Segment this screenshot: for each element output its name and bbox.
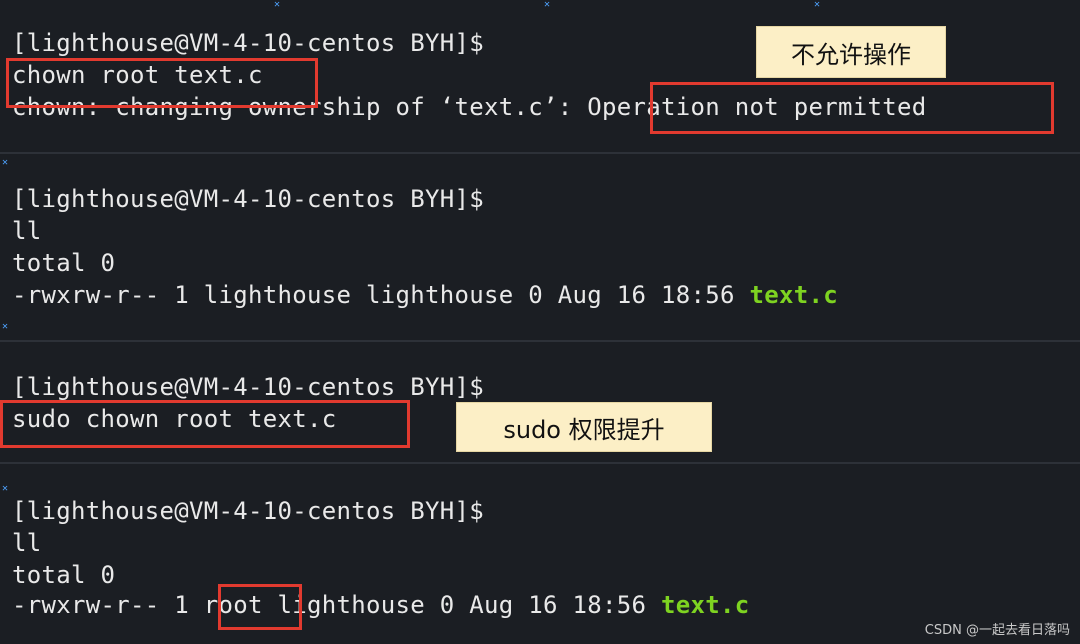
guide-marker-icon: ✕ — [2, 157, 9, 168]
guide-marker-icon: ✕ — [814, 0, 821, 10]
block-divider — [0, 340, 1080, 342]
terminal-block-ll-after: [lighthouse@VM-4-10-centos BYH]$ ll tota… — [0, 466, 1080, 644]
listing-line: -rwxrw-r-- 1 root lighthouse 0 Aug 16 18… — [12, 590, 749, 620]
guide-marker-icon: ✕ — [274, 0, 281, 10]
listing-filename: text.c — [660, 591, 750, 619]
terminal-screenshot: [lighthouse@VM-4-10-centos BYH]$ chown r… — [0, 0, 1080, 644]
command-line: ll — [12, 529, 42, 557]
terminal-block-sudo-chown: [lighthouse@VM-4-10-centos BYH]$ sudo ch… — [0, 344, 1080, 462]
terminal-block-chown-denied: [lighthouse@VM-4-10-centos BYH]$ chown r… — [0, 0, 1080, 150]
shell-prompt: [lighthouse@VM-4-10-centos BYH]$ — [12, 373, 484, 401]
total-line: total 0 — [12, 561, 116, 589]
shell-prompt: [lighthouse@VM-4-10-centos BYH]$ — [12, 29, 484, 57]
annotation-sudo-elevate: sudo 权限提升 — [456, 402, 712, 452]
command-highlight-box — [6, 58, 318, 108]
listing-prefix: -rwxrw-r-- 1 lighthouse lighthouse 0 Aug… — [12, 281, 750, 309]
guide-marker-icon: ✕ — [2, 321, 9, 332]
shell-prompt: [lighthouse@VM-4-10-centos BYH]$ — [12, 185, 484, 213]
shell-prompt: [lighthouse@VM-4-10-centos BYH]$ — [12, 497, 484, 525]
total-line: total 0 — [12, 249, 116, 277]
listing-line: -rwxrw-r-- 1 lighthouse lighthouse 0 Aug… — [12, 280, 838, 310]
guide-marker-icon: ✕ — [2, 483, 9, 494]
command-line: ll — [12, 217, 42, 245]
terminal-block-ll-before: [lighthouse@VM-4-10-centos BYH]$ ll tota… — [0, 156, 1080, 340]
listing-perm: -rwxrw-r-- 1 — [12, 591, 204, 619]
listing-rest: lighthouse 0 Aug 16 18:56 — [262, 591, 661, 619]
block-divider — [0, 152, 1080, 154]
block-divider — [0, 462, 1080, 464]
owner-highlight-box — [218, 584, 302, 630]
command-highlight-box — [0, 400, 410, 448]
error-highlight-box — [650, 82, 1054, 134]
watermark: CSDN @一起去看日落吗 — [924, 623, 1070, 638]
listing-filename: text.c — [749, 281, 838, 309]
guide-marker-icon: ✕ — [544, 0, 551, 10]
annotation-not-permitted: 不允许操作 — [756, 26, 946, 78]
